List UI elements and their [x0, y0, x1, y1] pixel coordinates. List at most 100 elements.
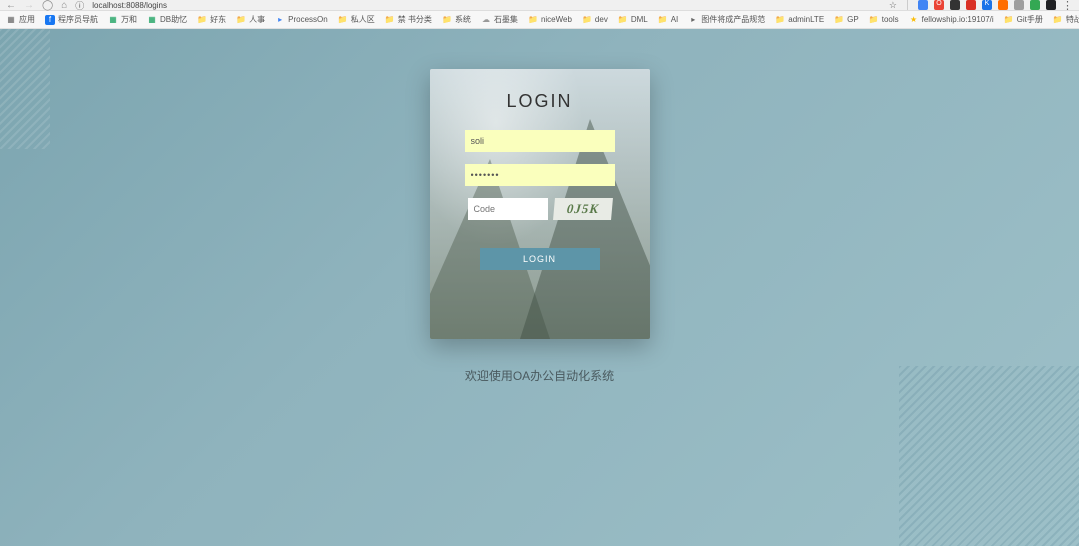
grid-icon: ▦	[108, 15, 118, 25]
folder-icon: 📁	[236, 15, 246, 25]
username-input[interactable]	[465, 130, 615, 152]
bookmark-label: 特战	[1066, 14, 1079, 25]
login-title: LOGIN	[506, 91, 572, 112]
bookmark-item[interactable]: ▦DB助忆	[147, 14, 187, 25]
bookmark-item[interactable]: 📁DML	[618, 15, 648, 25]
bookmark-label: 石墨集	[494, 14, 518, 25]
captcha-input[interactable]	[468, 198, 548, 220]
extension-icon[interactable]	[1046, 0, 1056, 10]
folder-icon: 📁	[775, 15, 785, 25]
page-icon: ▸	[688, 15, 698, 25]
bookmark-item[interactable]: 📁Git手册	[1004, 14, 1043, 25]
login-button[interactable]: LOGIN	[480, 248, 600, 270]
bookmark-item[interactable]: 📁AI	[658, 15, 679, 25]
bookmark-item[interactable]: ☁石墨集	[481, 14, 518, 25]
bookmark-label: tools	[882, 15, 899, 24]
captcha-image[interactable]: 0J5K	[553, 198, 613, 220]
login-form: 0J5K LOGIN	[465, 130, 615, 270]
login-card: LOGIN 0J5K LOGIN	[430, 69, 650, 339]
bookmark-label: 人事	[249, 14, 265, 25]
bookmark-label: ProcessOn	[288, 15, 328, 24]
bookmark-label: dev	[595, 15, 608, 24]
password-input[interactable]	[465, 164, 615, 186]
bookmark-item[interactable]: 📁禁 书分类	[385, 14, 432, 25]
home-button[interactable]: ⌂	[61, 0, 67, 11]
folder-icon: 📁	[1004, 15, 1014, 25]
bookmark-item[interactable]: ★fellowship.io:19107/i	[909, 15, 994, 25]
forward-button[interactable]: →	[24, 0, 34, 11]
extension-icon[interactable]: K	[982, 0, 992, 10]
bookmark-label: Git手册	[1017, 14, 1043, 25]
bookmark-item[interactable]: 📁特战	[1053, 14, 1079, 25]
bookmark-label: 程序员导航	[58, 14, 98, 25]
folder-icon: 📁	[385, 15, 395, 25]
bookmark-item[interactable]: ▸ProcessOn	[275, 15, 328, 25]
bookmark-label: 禁 书分类	[398, 14, 432, 25]
folder-icon: 📁	[834, 15, 844, 25]
page-content: LOGIN 0J5K LOGIN 欢迎使用OA办公自动化系统	[0, 29, 1079, 546]
bookmark-label: adminLTE	[788, 15, 824, 24]
divider	[907, 0, 908, 10]
extension-icon[interactable]	[1014, 0, 1024, 10]
folder-icon: 📁	[582, 15, 592, 25]
bookmark-label: 好东	[210, 14, 226, 25]
bookmark-item[interactable]: 📁人事	[236, 14, 265, 25]
menu-icon[interactable]: ⋮	[1062, 0, 1073, 12]
page-icon: ▸	[275, 15, 285, 25]
browser-toolbar: ← → ◯ ⌂ ⓘ localhost:8088/logins ☆ O K ⋮	[0, 0, 1079, 11]
extension-icon[interactable]	[966, 0, 976, 10]
bookmark-item[interactable]: 📁私人区	[338, 14, 375, 25]
folder-icon: 📁	[528, 15, 538, 25]
bg-pattern-right	[899, 366, 1079, 546]
folder-icon: 📁	[618, 15, 628, 25]
bookmark-item[interactable]: 📁dev	[582, 15, 608, 25]
extension-icon[interactable]	[950, 0, 960, 10]
bookmarks-bar: ▦应用f程序员导航▦万和▦DB助忆📁好东📁人事▸ProcessOn📁私人区📁禁 …	[0, 11, 1079, 29]
bookmark-label: 私人区	[351, 14, 375, 25]
bookmark-item[interactable]: ▦应用	[6, 14, 35, 25]
grid-icon: ▦	[147, 15, 157, 25]
folder-icon: 📁	[1053, 15, 1063, 25]
bookmark-item[interactable]: 📁tools	[869, 15, 899, 25]
bookmark-item[interactable]: 📁adminLTE	[775, 15, 824, 25]
extensions-tray: ☆ O K ⋮	[889, 0, 1073, 12]
bookmark-label: 万和	[121, 14, 137, 25]
bookmark-label: GP	[847, 15, 859, 24]
folder-icon: 📁	[658, 15, 668, 25]
bookmark-label: fellowship.io:19107/i	[922, 15, 994, 24]
bookmark-item[interactable]: 📁GP	[834, 15, 859, 25]
bookmark-label: 图件将成产品规范	[701, 14, 765, 25]
reload-button[interactable]: ◯	[42, 0, 53, 11]
bookmark-label: niceWeb	[541, 15, 572, 24]
bookmark-label: 应用	[19, 14, 35, 25]
bookmark-star-icon[interactable]: ☆	[889, 0, 897, 11]
bookmark-label: AI	[671, 15, 679, 24]
cloud-icon: ☁	[481, 15, 491, 25]
bg-pattern-left	[0, 29, 50, 149]
bookmark-label: DML	[631, 15, 648, 24]
captcha-row: 0J5K	[468, 198, 612, 220]
extension-icon[interactable]	[1030, 0, 1040, 10]
star-icon: ★	[909, 15, 919, 25]
bookmark-label: 系统	[455, 14, 471, 25]
back-button[interactable]: ←	[6, 0, 16, 11]
bookmark-item[interactable]: 📁niceWeb	[528, 15, 572, 25]
extension-icon[interactable]: O	[934, 0, 944, 10]
extension-icon[interactable]	[998, 0, 1008, 10]
grid-icon: ▦	[6, 15, 16, 25]
welcome-text: 欢迎使用OA办公自动化系统	[465, 367, 614, 384]
bookmark-label: DB助忆	[160, 14, 187, 25]
folder-icon: 📁	[197, 15, 207, 25]
bookmark-item[interactable]: 📁好东	[197, 14, 226, 25]
folder-icon: 📁	[442, 15, 452, 25]
extension-icon[interactable]	[918, 0, 928, 10]
address-bar[interactable]: localhost:8088/logins	[92, 1, 167, 10]
folder-icon: 📁	[338, 15, 348, 25]
bookmark-item[interactable]: 📁系统	[442, 14, 471, 25]
page-icon: f	[45, 15, 55, 25]
bookmark-item[interactable]: ▦万和	[108, 14, 137, 25]
bookmark-item[interactable]: ▸图件将成产品规范	[688, 14, 765, 25]
insecure-icon: ⓘ	[75, 0, 84, 12]
bookmark-item[interactable]: f程序员导航	[45, 14, 98, 25]
folder-icon: 📁	[869, 15, 879, 25]
